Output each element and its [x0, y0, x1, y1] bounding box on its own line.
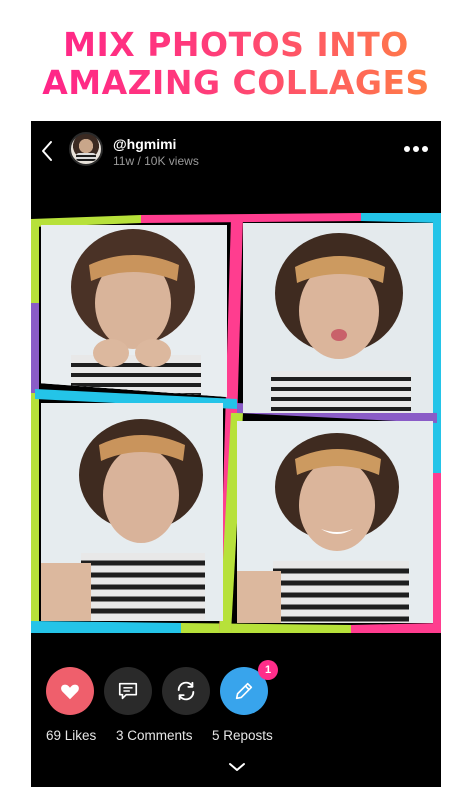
reposts-count[interactable]: 5 Reposts	[212, 728, 273, 743]
chevron-down-icon[interactable]	[227, 761, 247, 773]
headline-line-2: AMAZING COLLAGES	[42, 63, 430, 102]
post-header: @hgmimi 11w / 10K views	[31, 121, 441, 181]
heart-icon	[61, 684, 79, 700]
collage-photo-top-left	[41, 225, 227, 397]
comments-count[interactable]: 3 Comments	[116, 728, 193, 743]
likes-count[interactable]: 69 Likes	[46, 728, 96, 743]
comment-button[interactable]	[104, 667, 152, 715]
repost-icon	[177, 681, 195, 701]
collage-photo-bottom-right	[237, 421, 433, 623]
post-screen: @hgmimi 11w / 10K views 1 69 Likes 3 Com…	[31, 121, 441, 787]
headline: MIX PHOTOS INTO AMAZING COLLAGES	[0, 26, 472, 102]
edit-count-badge: 1	[258, 660, 278, 680]
collage-photo-bottom-left	[41, 403, 223, 621]
pencil-icon	[235, 682, 253, 700]
more-dots-icon[interactable]	[403, 145, 429, 153]
collage-image[interactable]	[31, 213, 441, 633]
headline-line-1: MIX PHOTOS INTO	[63, 25, 409, 64]
chevron-left-icon[interactable]	[39, 139, 55, 163]
post-meta: 11w / 10K views	[113, 154, 199, 168]
repost-button[interactable]	[162, 667, 210, 715]
collage-photo-top-right	[243, 223, 433, 413]
avatar[interactable]	[69, 132, 103, 166]
like-button[interactable]	[46, 667, 94, 715]
post-actions: 1 69 Likes 3 Comments 5 Reposts	[31, 660, 441, 747]
username[interactable]: @hgmimi	[113, 136, 176, 152]
comment-icon	[118, 682, 138, 700]
